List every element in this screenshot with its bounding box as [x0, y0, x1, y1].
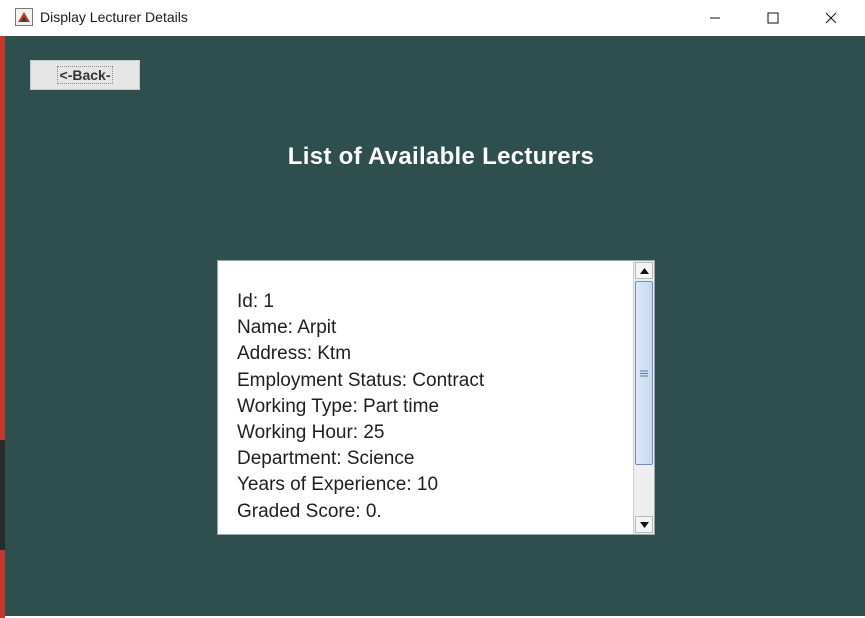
minimize-icon: [710, 17, 720, 19]
close-button[interactable]: [802, 0, 860, 36]
detail-working-type: Working Type: Part time: [237, 395, 440, 417]
detail-id: Id: 1: [237, 291, 274, 312]
detail-name: Name: Arpit: [237, 317, 337, 339]
minimize-button[interactable]: [686, 0, 744, 36]
grip-icon: [640, 370, 648, 376]
detail-working-hour: Working Hour: 25: [237, 422, 385, 444]
scroll-up-button[interactable]: [635, 262, 653, 279]
detail-employment-status: Employment Status: Contract: [237, 369, 485, 391]
back-button-label: <-Back-: [56, 66, 114, 84]
content-panel: <-Back- List of Available Lecturers Id: …: [5, 36, 865, 616]
vertical-scrollbar[interactable]: [633, 261, 654, 534]
back-button[interactable]: <-Back-: [30, 60, 140, 90]
detail-department: Department: Science: [237, 448, 415, 470]
scroll-down-button[interactable]: [635, 516, 653, 533]
window-title: Display Lecturer Details: [40, 9, 188, 25]
maximize-icon: [767, 12, 779, 24]
detail-address: Address: Ktm: [237, 343, 352, 365]
detail-graded-score: Graded Score: 0.: [237, 500, 382, 522]
detail-years-of-experience: Years of Experience: 10: [237, 474, 439, 496]
maximize-button[interactable]: [744, 0, 802, 36]
java-app-icon: [15, 8, 33, 26]
arrow-down-icon: [639, 521, 649, 528]
lecturer-details-text[interactable]: Id: 1 Name: Arpit Address: Ktm Employmen…: [237, 289, 484, 525]
close-icon: [825, 12, 837, 24]
lecturer-details-scroll-pane[interactable]: Id: 1 Name: Arpit Address: Ktm Employmen…: [217, 260, 655, 535]
app-window: Display Lecturer Details <-Back- List of…: [5, 0, 865, 618]
title-bar[interactable]: Display Lecturer Details: [5, 0, 865, 36]
page-title: List of Available Lecturers: [287, 143, 595, 170]
arrow-up-icon: [639, 267, 649, 274]
scroll-thumb[interactable]: [635, 281, 653, 465]
